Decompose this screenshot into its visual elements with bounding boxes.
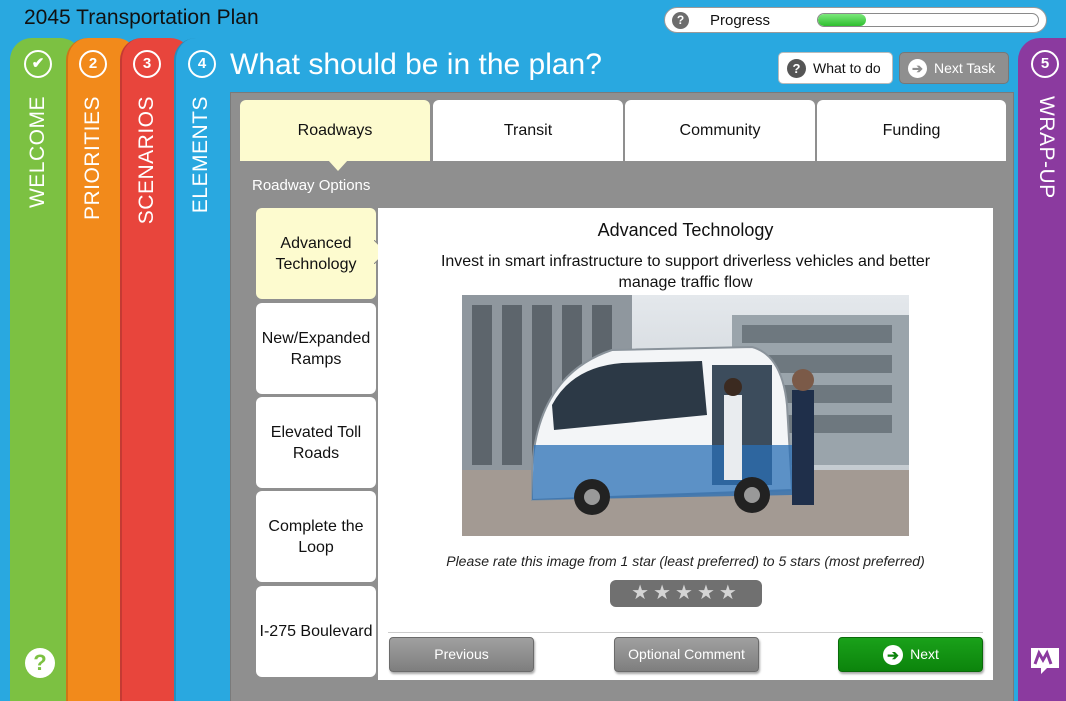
step-label-wrapup: WRAP-UP [1035, 96, 1058, 199]
logo-icon [1029, 646, 1061, 676]
tab-community[interactable]: Community [625, 100, 815, 161]
step-number-2: 2 [79, 50, 107, 78]
divider [388, 632, 983, 633]
check-icon: ✔ [24, 50, 52, 78]
option-i-275-boulevard[interactable]: I-275 Boulevard [256, 586, 376, 677]
tab-funding[interactable]: Funding [817, 100, 1006, 161]
step-number-5: 5 [1031, 50, 1059, 78]
options-heading: Roadway Options [252, 177, 371, 194]
content-panel: Advanced Technology Invest in smart infr… [378, 208, 993, 680]
optional-comment-button[interactable]: Optional Comment [614, 637, 759, 672]
help-icon: ? [787, 59, 806, 78]
step-label-scenarios: SCENARIOS [135, 96, 158, 225]
next-button[interactable]: ➔ Next [838, 637, 983, 672]
progress-bar: ? Progress [664, 7, 1047, 33]
progress-fill [818, 14, 867, 26]
next-label: Next [910, 646, 939, 662]
what-to-do-button[interactable]: ? What to do [778, 52, 893, 84]
next-task-label: Next Task [934, 60, 996, 76]
item-title: Advanced Technology [597, 220, 774, 240]
rating-instructions: Please rate this image from 1 star (leas… [446, 553, 925, 569]
progress-track [817, 13, 1039, 27]
step-number-4: 4 [188, 50, 216, 78]
star-rating[interactable]: ★★★★★ [610, 580, 762, 607]
app-root: 2045 Transportation Plan ? Progress ✔ 2 … [0, 0, 1066, 701]
active-tab-pointer [328, 160, 348, 171]
option-elevated-toll-roads[interactable]: Elevated Toll Roads [256, 397, 376, 488]
previous-button[interactable]: Previous [389, 637, 534, 672]
page-title: What should be in the plan? [230, 48, 602, 81]
next-task-button[interactable]: ➔ Next Task [899, 52, 1009, 84]
what-to-do-label: What to do [813, 60, 881, 76]
item-description: Invest in smart infrastructure to suppor… [440, 253, 931, 291]
step-label-elements: ELEMENTS [189, 96, 212, 214]
step-label-priorities: PRIORITIES [81, 96, 104, 221]
arrow-right-icon: ➔ [908, 59, 927, 78]
autonomous-shuttle-photo [462, 295, 909, 536]
help-icon[interactable]: ? [672, 12, 689, 29]
progress-label: Progress [710, 12, 771, 29]
option-new-expanded-ramps[interactable]: New/Expanded Ramps [256, 303, 376, 394]
app-title: 2045 Transportation Plan [24, 6, 259, 29]
arrow-right-icon: ➔ [883, 645, 903, 665]
help-icon[interactable]: ? [25, 648, 55, 678]
option-complete-the-loop[interactable]: Complete the Loop [256, 491, 376, 582]
option-advanced-technology[interactable]: Advanced Technology [256, 208, 376, 299]
tab-roadways[interactable]: Roadways [240, 100, 430, 161]
tab-transit[interactable]: Transit [433, 100, 623, 161]
step-label-welcome: WELCOME [26, 96, 49, 209]
step-number-3: 3 [133, 50, 161, 78]
